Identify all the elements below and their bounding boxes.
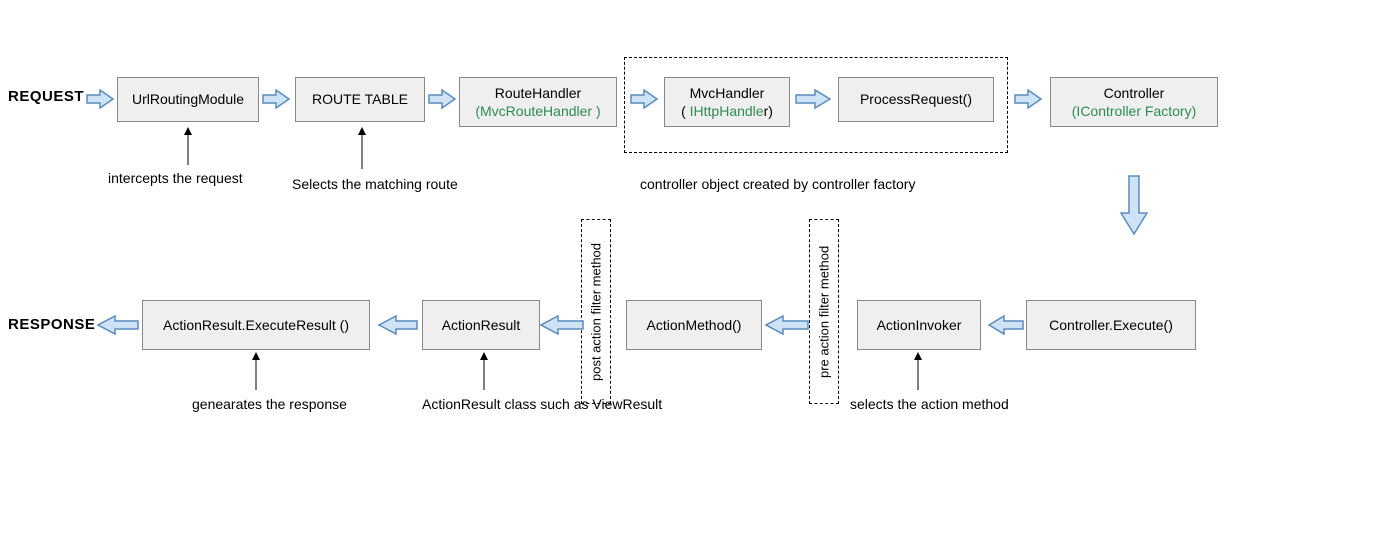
arrow-icon bbox=[630, 88, 658, 110]
node-subtext: (MvcRouteHandler ) bbox=[475, 102, 600, 120]
node-actionresult-executeresult: ActionResult.ExecuteResult () bbox=[142, 300, 370, 350]
node-actioninvoker: ActionInvoker bbox=[857, 300, 981, 350]
response-label: RESPONSE bbox=[8, 316, 95, 333]
node-text: ActionInvoker bbox=[877, 316, 962, 334]
node-text: ROUTE TABLE bbox=[312, 90, 408, 108]
arrow-left-icon bbox=[97, 314, 139, 336]
annotation-actionresult-class: ActionResult class such as ViewResult bbox=[422, 396, 662, 412]
node-text: RouteHandler bbox=[495, 84, 581, 102]
node-text: ActionResult bbox=[442, 316, 521, 334]
annotation-arrow-icon bbox=[248, 352, 264, 392]
arrow-icon bbox=[1014, 88, 1042, 110]
annotation-arrow-icon bbox=[476, 352, 492, 392]
arrow-icon bbox=[262, 88, 290, 110]
node-urlroutingmodule: UrlRoutingModule bbox=[117, 77, 259, 122]
annotation-controller-factory: controller object created by controller … bbox=[640, 176, 915, 192]
annotation-arrow-icon bbox=[354, 127, 370, 171]
request-label: REQUEST bbox=[8, 88, 84, 105]
annotation-arrow-icon bbox=[910, 352, 926, 392]
node-text: ProcessRequest() bbox=[860, 90, 972, 108]
annotation-selects-route: Selects the matching route bbox=[292, 176, 458, 192]
node-actionresult: ActionResult bbox=[422, 300, 540, 350]
arrow-icon bbox=[428, 88, 456, 110]
post-action-filter-label: post action filter method bbox=[581, 219, 611, 404]
arrow-left-icon bbox=[378, 314, 418, 336]
node-text: ActionResult.ExecuteResult () bbox=[163, 316, 349, 334]
arrow-icon bbox=[86, 88, 114, 110]
node-text: ActionMethod() bbox=[647, 316, 742, 334]
annotation-intercepts: intercepts the request bbox=[108, 170, 243, 186]
node-controller-execute: Controller.Execute() bbox=[1026, 300, 1196, 350]
node-subtext: (IController Factory) bbox=[1072, 102, 1196, 120]
node-text: Controller.Execute() bbox=[1049, 316, 1173, 334]
arrow-left-icon bbox=[765, 314, 809, 336]
arrow-icon bbox=[795, 88, 831, 110]
node-actionmethod: ActionMethod() bbox=[626, 300, 762, 350]
pre-action-filter-label: pre action filter method bbox=[809, 219, 839, 404]
annotation-selects-action: selects the action method bbox=[850, 396, 1009, 412]
annotation-generates-response: genearates the response bbox=[192, 396, 347, 412]
annotation-arrow-icon bbox=[180, 127, 196, 167]
node-mvchandler: MvcHandler ( IHttpHandler) bbox=[664, 77, 790, 127]
node-routehandler: RouteHandler (MvcRouteHandler ) bbox=[459, 77, 617, 127]
node-processrequest: ProcessRequest() bbox=[838, 77, 994, 122]
node-subtext: ( IHttpHandler) bbox=[681, 102, 773, 120]
node-text: MvcHandler bbox=[690, 84, 765, 102]
node-text: Controller bbox=[1104, 84, 1165, 102]
arrow-left-icon bbox=[988, 314, 1024, 336]
node-controller: Controller (IController Factory) bbox=[1050, 77, 1218, 127]
arrow-down-icon bbox=[1120, 175, 1148, 235]
node-text: UrlRoutingModule bbox=[132, 90, 244, 108]
node-route-table: ROUTE TABLE bbox=[295, 77, 425, 122]
arrow-left-icon bbox=[540, 314, 584, 336]
